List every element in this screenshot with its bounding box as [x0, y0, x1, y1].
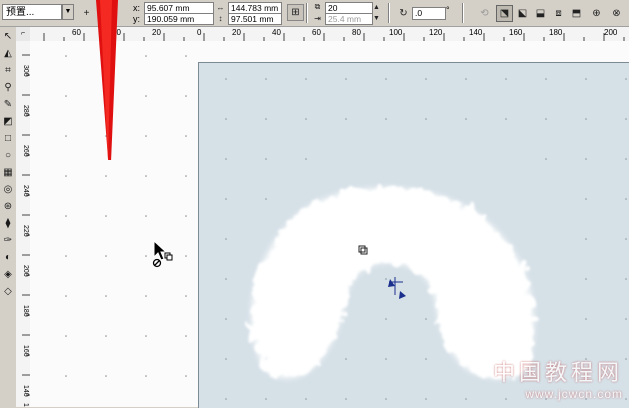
hruler-tick-label: 20 [232, 28, 241, 37]
watermark: 中国教程网 www.jcwcn.com [493, 355, 623, 401]
hruler-tick-label: 40 [272, 28, 281, 37]
vruler-tick-label: 140 [22, 385, 29, 397]
zoom-tool-icon[interactable]: ⚲ [1, 81, 15, 95]
hruler-tick-label: 60 [72, 28, 81, 37]
mouse-cursor-icon [152, 240, 173, 268]
counterclockwise-blend-icon[interactable]: ⬓ [532, 5, 549, 22]
eyedropper-tool-icon[interactable]: ✑ [1, 234, 15, 248]
ruler-origin-corner[interactable]: ⌐ [16, 27, 31, 42]
outline-tool-icon[interactable]: ◐ [1, 251, 15, 265]
vruler-tick-label: 220 [22, 225, 29, 237]
hruler-tick-label: 200 [604, 28, 618, 37]
separator [388, 3, 390, 23]
vruler-tick-label: 180 [22, 305, 29, 317]
vruler-tick-label: 240 [22, 185, 29, 197]
hruler-tick-label: 100 [389, 28, 403, 37]
vruler-tick-label: 260 [22, 145, 29, 157]
y-position-field[interactable]: 190.059 mm [144, 13, 214, 25]
y-label: y: [133, 14, 141, 24]
clockwise-blend-icon[interactable]: ⬕ [514, 5, 531, 22]
hruler-tick-label: 180 [549, 28, 563, 37]
interactive-blend-tool-icon[interactable]: ⧫ [1, 217, 15, 231]
direct-blend-icon[interactable]: ⬔ [496, 5, 513, 22]
watermark-title: 中国教程网 [492, 361, 623, 386]
miscellaneous-blend-options-icon[interactable]: ⊕ [588, 5, 605, 22]
vruler-tick-label: 160 [22, 345, 29, 357]
object-color-acceleration-icon[interactable]: ⧈ [550, 5, 567, 22]
drawing-canvas[interactable]: 中国教程网 www.jcwcn.com [30, 0, 629, 408]
blend-angle-field[interactable]: .0 [412, 7, 446, 20]
smart-fill-tool-icon[interactable]: ◩ [1, 115, 15, 129]
watermark-url: www.jcwcn.com [525, 387, 623, 401]
vruler-tick-label: 120 [22, 403, 29, 407]
ellipse-tool-icon[interactable]: ○ [1, 149, 15, 163]
hruler-tick-label: 20 [152, 28, 161, 37]
separator [306, 3, 308, 23]
pick-tool-icon[interactable]: ↖ [1, 30, 15, 44]
interactive-fill-tool-icon[interactable]: ◇ [1, 285, 15, 299]
red-annotation-arrow [96, 0, 118, 160]
hruler-tick-label: 120 [429, 28, 443, 37]
rectangle-tool-icon[interactable]: □ [1, 132, 15, 146]
accelerate-sizes-icon[interactable]: ⬒ [568, 5, 585, 22]
chevron-down-icon[interactable]: ▼ [62, 4, 74, 20]
basic-shapes-tool-icon[interactable]: ◎ [1, 183, 15, 197]
degree-label: ° [446, 5, 450, 15]
vertical-ruler[interactable]: 300 280 260 240 220 200 180 160 140 120 [16, 41, 31, 407]
height-field[interactable]: 97.501 mm [228, 13, 282, 25]
freehand-tool-icon[interactable]: ✎ [1, 98, 15, 112]
vruler-tick-label: 280 [22, 105, 29, 117]
offset-spin-icon[interactable]: ▼ [368, 12, 385, 24]
height-icon: ↕ [218, 13, 223, 23]
vertical-ruler-ticks: 300 280 260 240 220 200 180 160 140 120 [22, 54, 30, 407]
hruler-tick-label: 80 [352, 28, 361, 37]
offset-icon: ⇥ [314, 13, 321, 23]
hruler-tick-label: 140 [469, 28, 483, 37]
separator [462, 3, 464, 23]
crop-tool-icon[interactable]: ⌗ [1, 64, 15, 78]
hruler-tick-label: 160 [509, 28, 523, 37]
start-end-properties-icon[interactable]: ⊗ [608, 5, 625, 22]
polygon-tool-icon[interactable]: ▦ [1, 166, 15, 180]
x-label: x: [133, 3, 141, 13]
text-tool-icon[interactable]: ⊛ [1, 200, 15, 214]
blend-offset-field[interactable]: 25.4 mm [325, 13, 373, 25]
lock-ratio-icon[interactable]: ⊞ [287, 4, 304, 21]
loop-blend-icon[interactable]: ⟲ [476, 5, 493, 22]
blend-direction-handle[interactable] [388, 277, 406, 299]
toolbox: ↖ ◭ ⌗ ⚲ ✎ ◩ □ ○ ▦ ◎ ⊛ ⧫ ✑ ◐ ◈ ◇ [0, 27, 17, 407]
shape-tool-icon[interactable]: ◭ [1, 47, 15, 61]
fill-tool-icon[interactable]: ◈ [1, 268, 15, 282]
hruler-tick-label: 60 [312, 28, 321, 37]
vruler-tick-label: 300 [22, 65, 29, 77]
hruler-tick-label: 0 [197, 28, 202, 37]
rotate-icon: ↻ [399, 8, 408, 19]
preset-dropdown[interactable]: 预置... [2, 4, 62, 20]
vruler-tick-label: 200 [22, 265, 29, 277]
